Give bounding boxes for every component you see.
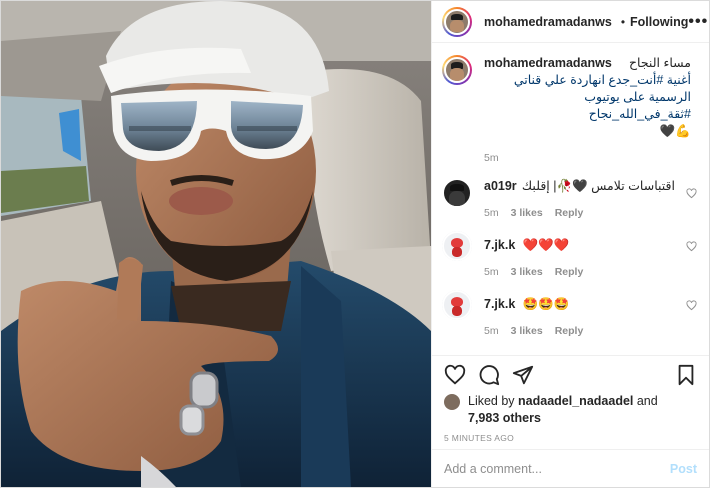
- caption-meta: 5m: [484, 152, 699, 164]
- add-comment-bar: Post: [432, 449, 709, 487]
- post-comment-button[interactable]: Post: [670, 462, 697, 476]
- liked-by: Liked by nadaadel_nadaadel and 7,983 oth…: [432, 393, 709, 427]
- liker-username[interactable]: nadaadel_nadaadel: [518, 394, 633, 408]
- comment: 7.jk.k ❤️❤️❤️ 5m 3 likes Reply: [442, 231, 699, 278]
- following-button[interactable]: Following: [630, 15, 688, 29]
- caption-text: mohamedramadanws مساء النجاح أغنية #أنت_…: [484, 55, 699, 140]
- selfie-in-car-image: [1, 1, 431, 487]
- liked-by-prefix: Liked by: [468, 394, 515, 408]
- comment-username[interactable]: 7.jk.k: [484, 238, 515, 252]
- comment-meta: 5m 3 likes Reply: [484, 266, 699, 278]
- caption-username[interactable]: mohamedramadanws: [484, 55, 612, 72]
- caption-line-4: 💪🖤: [659, 124, 691, 138]
- post-actions: [432, 355, 709, 393]
- commenter-avatar[interactable]: [442, 178, 472, 208]
- caption-line-3[interactable]: الرسمية على يوتيوب #ثقة_في_الله_نجاح: [484, 89, 691, 123]
- author-avatar[interactable]: [442, 55, 472, 85]
- post-side-panel: mohamedramadanws • Following ••• mohamed…: [431, 1, 709, 487]
- post-header: mohamedramadanws • Following •••: [432, 1, 709, 43]
- comment-input[interactable]: [444, 461, 670, 476]
- instagram-post: mohamedramadanws • Following ••• mohamed…: [0, 0, 710, 488]
- commenter-avatar[interactable]: [442, 290, 472, 320]
- share-icon[interactable]: [512, 364, 534, 386]
- comment-text: اقتباسات تلامس 🖤🥀| إقلبك: [521, 179, 675, 193]
- comment-time[interactable]: 5m: [484, 325, 499, 337]
- author-avatar[interactable]: [442, 6, 472, 37]
- post-timestamp[interactable]: 5 MINUTES AGO: [432, 427, 709, 449]
- comment-meta: 5m 3 likes Reply: [484, 325, 699, 337]
- comment-line: 7.jk.k 🤩🤩🤩: [484, 296, 699, 313]
- reply-button[interactable]: Reply: [555, 207, 584, 219]
- caption-time[interactable]: 5m: [484, 152, 499, 164]
- likes-count[interactable]: 7,983 others: [468, 411, 541, 425]
- comment-likes[interactable]: 3 likes: [511, 207, 543, 219]
- caption: mohamedramadanws مساء النجاح أغنية #أنت_…: [442, 55, 699, 164]
- commenter-avatar[interactable]: [442, 231, 472, 261]
- reply-button[interactable]: Reply: [555, 266, 584, 278]
- comment-icon[interactable]: [478, 364, 500, 386]
- comment-time[interactable]: 5m: [484, 207, 499, 219]
- comment-likes[interactable]: 3 likes: [511, 325, 543, 337]
- separator-dot: •: [620, 14, 626, 29]
- comment-text: ❤️❤️❤️: [522, 238, 570, 252]
- bookmark-icon[interactable]: [675, 364, 697, 386]
- liker-avatar[interactable]: [444, 394, 460, 410]
- comment: a019r اقتباسات تلامس 🖤🥀| إقلبك 5m 3 like…: [442, 178, 699, 219]
- heart-icon[interactable]: [444, 364, 466, 386]
- comment-like-heart-icon[interactable]: [686, 188, 697, 199]
- comment: 7.jk.k 🤩🤩🤩 5m 3 likes Reply: [442, 290, 699, 337]
- comment-likes[interactable]: 3 likes: [511, 266, 543, 278]
- post-photo[interactable]: [1, 1, 431, 487]
- liked-by-and: and: [636, 394, 658, 408]
- comment-username[interactable]: 7.jk.k: [484, 297, 515, 311]
- author-username[interactable]: mohamedramadanws: [484, 15, 612, 29]
- comments-feed[interactable]: mohamedramadanws مساء النجاح أغنية #أنت_…: [432, 43, 709, 355]
- comment-line: a019r اقتباسات تلامس 🖤🥀| إقلبك: [484, 178, 699, 195]
- comment-meta: 5m 3 likes Reply: [484, 207, 699, 219]
- comment-time[interactable]: 5m: [484, 266, 499, 278]
- comment-line: 7.jk.k ❤️❤️❤️: [484, 237, 699, 254]
- caption-line-2[interactable]: أغنية #أنت_جدع انهاردة علي قناتي: [484, 72, 691, 89]
- comment-like-heart-icon[interactable]: [686, 241, 697, 252]
- reply-button[interactable]: Reply: [555, 325, 584, 337]
- comment-like-heart-icon[interactable]: [686, 300, 697, 311]
- more-options-icon[interactable]: •••: [688, 13, 708, 31]
- comment-username[interactable]: a019r: [484, 178, 517, 195]
- comment-text: 🤩🤩🤩: [522, 297, 570, 311]
